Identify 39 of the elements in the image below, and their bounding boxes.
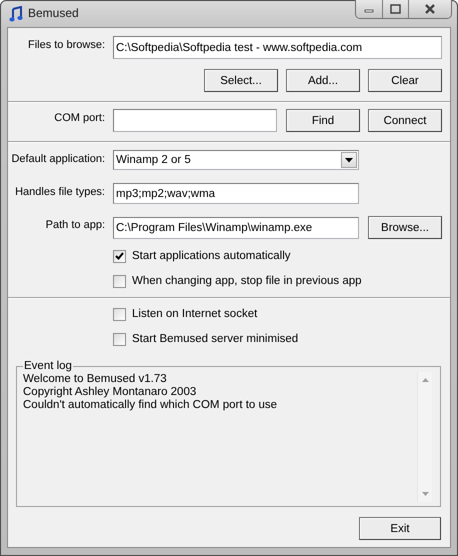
checkbox-label: When changing app, stop file in previous app [132,275,362,287]
field-label: COM port: [53,111,105,124]
select-button[interactable]: Select... [204,69,278,92]
maximize-icon [390,4,401,14]
maximize-button[interactable] [383,0,409,18]
checkbox[interactable] [113,250,126,262]
log-line: Welcome to Bemused v1.73 [23,373,168,386]
path-field[interactable]: C:\Softpedia\Softpedia test - www.softpedia.com [113,36,442,59]
file-types-field[interactable]: mp3;mp2;wav;wma [113,183,359,204]
music-note-icon [9,6,23,22]
window-title: Bemused [28,6,79,20]
close-button[interactable] [409,0,451,18]
app-path-field[interactable]: C:\Program Files\Winamp\winamp.exe [113,216,359,238]
checkbox[interactable] [113,308,126,320]
checkbox-label: Start Bemused server minimised [132,333,298,345]
minimize-button[interactable] [356,0,383,18]
add-button[interactable]: Add... [286,69,360,92]
field-label: Path to app: [44,218,105,231]
browse-button[interactable]: Browse... [368,216,442,239]
scroll-down-icon[interactable] [422,492,428,496]
find-button[interactable]: Find [286,109,360,132]
checkbox[interactable] [113,274,126,288]
checkbox-label: Start applications automatically [132,250,291,262]
clear-button[interactable]: Clear [368,69,442,92]
field-label: Files to browse: [26,38,105,51]
checkbox-label: Listen on Internet socket [132,308,258,320]
scroll-up-icon[interactable] [422,378,428,382]
checkbox[interactable] [113,332,126,346]
log-line: Copyright Ashley Montanaro 2003 [23,386,198,399]
connect-button[interactable]: Connect [368,109,442,132]
application-dropdown[interactable]: Winamp 2 or 5 [113,150,359,170]
com-port-field[interactable] [113,109,277,132]
group-title: Event log [23,360,73,372]
exit-button[interactable]: Exit [359,517,441,540]
field-label: Default application: [10,152,105,165]
scrollbar[interactable] [417,372,432,502]
close-icon [424,4,436,14]
log-line: Couldn't automatically find which COM port to use [23,399,278,412]
field-label: Handles file types: [14,185,105,198]
